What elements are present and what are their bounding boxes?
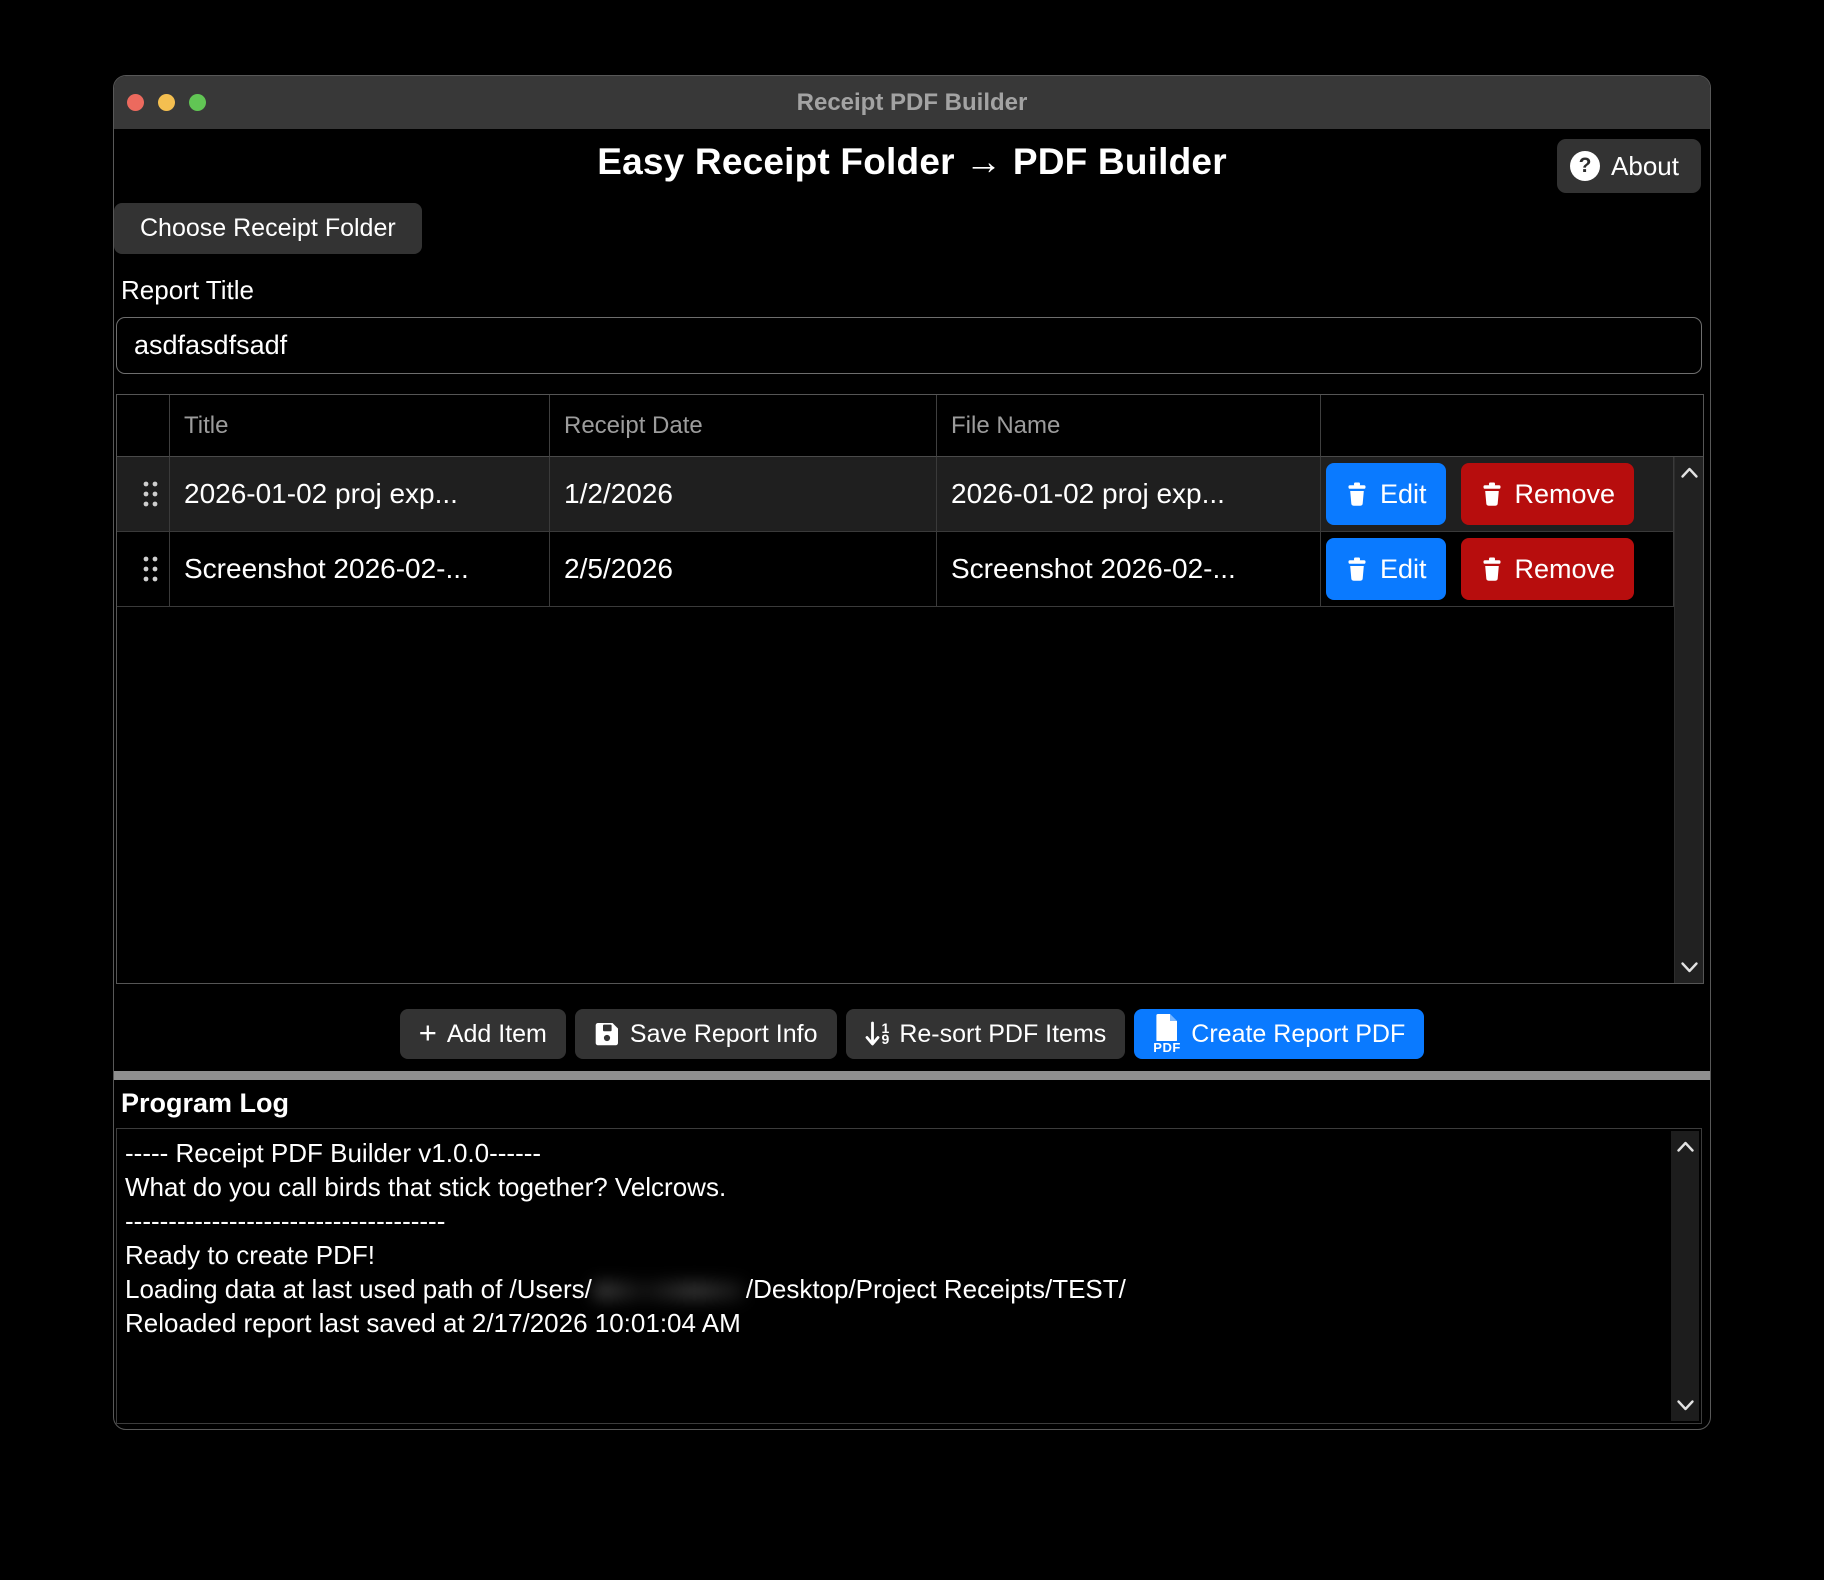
date-column-header: Receipt Date — [550, 395, 937, 457]
resort-pdf-items-label: Re-sort PDF Items — [899, 1020, 1106, 1049]
resort-pdf-items-button[interactable]: 1 9 Re-sort PDF Items — [846, 1009, 1126, 1059]
pdf-icon-text: PDF — [1153, 1040, 1181, 1055]
chevron-down-icon[interactable] — [1676, 1399, 1695, 1412]
question-icon: ? — [1570, 151, 1600, 181]
row-title-cell: 2026-01-02 proj exp... — [170, 457, 550, 531]
add-item-label: Add Item — [447, 1020, 547, 1049]
trash-icon — [1345, 482, 1369, 507]
about-label: About — [1611, 151, 1679, 182]
traffic-lights — [127, 76, 206, 129]
remove-label: Remove — [1515, 554, 1616, 585]
table-body: 2026-01-02 proj exp... 1/2/2026 2026-01-… — [117, 457, 1674, 983]
minimize-button[interactable] — [158, 94, 175, 111]
trash-icon — [1480, 557, 1504, 582]
create-report-pdf-button[interactable]: PDF Create Report PDF — [1134, 1009, 1424, 1059]
remove-label: Remove — [1515, 479, 1616, 510]
pane-splitter[interactable] — [114, 1071, 1710, 1080]
chevron-down-icon[interactable] — [1680, 961, 1699, 974]
page-title: Easy Receipt Folder → PDF Builder — [114, 129, 1710, 183]
table-row: Screenshot 2026-02-... 2/5/2026 Screensh… — [117, 532, 1674, 607]
row-file-cell: 2026-01-02 proj exp... — [937, 457, 1321, 531]
window-title: Receipt PDF Builder — [797, 89, 1028, 117]
grip-column-header — [117, 395, 170, 457]
remove-button[interactable]: Remove — [1461, 463, 1635, 525]
actions-bar: + Add Item Save Report Info 1 9 — [114, 1009, 1710, 1059]
add-item-button[interactable]: + Add Item — [400, 1009, 566, 1059]
table-scrollbar[interactable] — [1674, 457, 1703, 983]
file-column-header: File Name — [937, 395, 1321, 457]
log-line: Loading data at last used path of /Users… — [125, 1272, 1657, 1306]
edit-button[interactable]: Edit — [1326, 538, 1446, 600]
drag-handle[interactable] — [117, 532, 170, 606]
row-actions-cell: Edit Remove — [1321, 457, 1674, 531]
row-file-cell: Screenshot 2026-02-... — [937, 532, 1321, 606]
sort-num-bottom: 9 — [882, 1034, 890, 1045]
program-log-heading: Program Log — [121, 1088, 1710, 1119]
redacted-username — [594, 1282, 744, 1300]
edit-label: Edit — [1380, 479, 1427, 510]
save-report-info-button[interactable]: Save Report Info — [575, 1009, 837, 1059]
titlebar: Receipt PDF Builder — [114, 76, 1710, 129]
report-title-label: Report Title — [121, 275, 1710, 306]
row-actions-cell: Edit Remove — [1321, 532, 1674, 606]
remove-button[interactable]: Remove — [1461, 538, 1635, 600]
program-log[interactable]: ----- Receipt PDF Builder v1.0.0------ W… — [116, 1128, 1702, 1424]
grip-icon — [141, 479, 160, 509]
save-report-info-label: Save Report Info — [630, 1020, 818, 1049]
log-scrollbar[interactable] — [1671, 1131, 1699, 1421]
pdf-file-icon: PDF — [1153, 1013, 1181, 1055]
edit-button[interactable]: Edit — [1326, 463, 1446, 525]
save-icon — [594, 1021, 620, 1047]
create-report-pdf-label: Create Report PDF — [1191, 1020, 1405, 1049]
edit-label: Edit — [1380, 554, 1427, 585]
table-header-row: Title Receipt Date File Name — [117, 395, 1703, 457]
chevron-up-icon[interactable] — [1676, 1140, 1695, 1153]
chevron-up-icon[interactable] — [1680, 466, 1699, 479]
app-window: Receipt PDF Builder Easy Receipt Folder … — [113, 75, 1711, 1430]
log-line: Reloaded report last saved at 2/17/2026 … — [125, 1306, 1657, 1340]
choose-receipt-folder-button[interactable]: Choose Receipt Folder — [114, 203, 422, 254]
about-button[interactable]: ? About — [1557, 139, 1701, 193]
drag-handle[interactable] — [117, 457, 170, 531]
actions-column-header — [1321, 395, 1703, 457]
title-column-header: Title — [170, 395, 550, 457]
items-table: Title Receipt Date File Name 2026-01-02 … — [116, 394, 1704, 984]
header: Easy Receipt Folder → PDF Builder ? Abou… — [114, 129, 1710, 203]
close-button[interactable] — [127, 94, 144, 111]
log-line: What do you call birds that stick togeth… — [125, 1170, 1657, 1204]
sort-numeric-icon: 1 9 — [865, 1020, 890, 1048]
trash-icon — [1480, 482, 1504, 507]
log-line: Ready to create PDF! — [125, 1238, 1657, 1272]
log-line: ----- Receipt PDF Builder v1.0.0------ — [125, 1136, 1657, 1170]
report-title-input[interactable] — [116, 317, 1702, 374]
plus-icon: + — [419, 1017, 437, 1048]
table-row: 2026-01-02 proj exp... 1/2/2026 2026-01-… — [117, 457, 1674, 532]
row-title-cell: Screenshot 2026-02-... — [170, 532, 550, 606]
row-date-cell: 2/5/2026 — [550, 532, 937, 606]
grip-icon — [141, 554, 160, 584]
trash-icon — [1345, 557, 1369, 582]
log-line: ------------------------------------- — [125, 1204, 1657, 1238]
row-date-cell: 1/2/2026 — [550, 457, 937, 531]
zoom-button[interactable] — [189, 94, 206, 111]
